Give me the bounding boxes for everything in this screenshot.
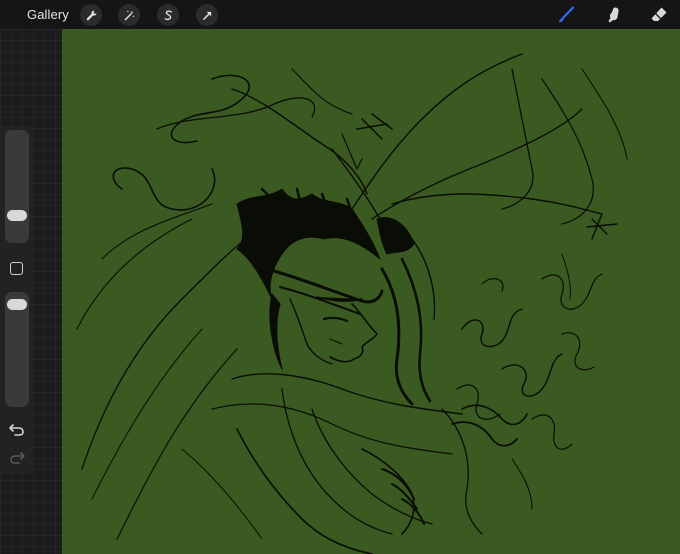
top-toolbar: Gallery [0,0,680,29]
smudge-tool-button[interactable] [602,4,624,26]
brush-size-thumb[interactable] [7,210,27,222]
eraser-tool-button[interactable] [648,4,670,26]
sketch-artwork [76,53,628,554]
magic-wand-icon [124,10,134,20]
redo-button[interactable] [8,450,26,466]
selection-s-icon [164,9,172,20]
adjustments-button[interactable] [118,4,140,26]
selection-button[interactable] [157,4,179,26]
brush-tool-button[interactable] [555,4,577,26]
redo-icon [10,452,25,464]
sidebar [0,126,34,474]
wrench-icon [86,10,96,20]
actions-button[interactable] [80,4,102,26]
arrow-cursor-icon [202,11,211,20]
gallery-button[interactable]: Gallery [27,7,69,22]
opacity-thumb[interactable] [7,299,27,310]
undo-button[interactable] [8,422,26,438]
opacity-slider[interactable] [5,292,29,407]
eraser-icon [651,7,667,21]
transform-button[interactable] [196,4,218,26]
procreate-app: Gallery [0,0,680,554]
square-modify-icon[interactable] [10,262,23,275]
drawing-canvas[interactable] [62,29,680,554]
smudge-finger-icon [608,7,619,23]
undo-icon [9,424,24,436]
brush-icon [559,6,575,23]
brush-size-slider[interactable] [5,130,29,243]
